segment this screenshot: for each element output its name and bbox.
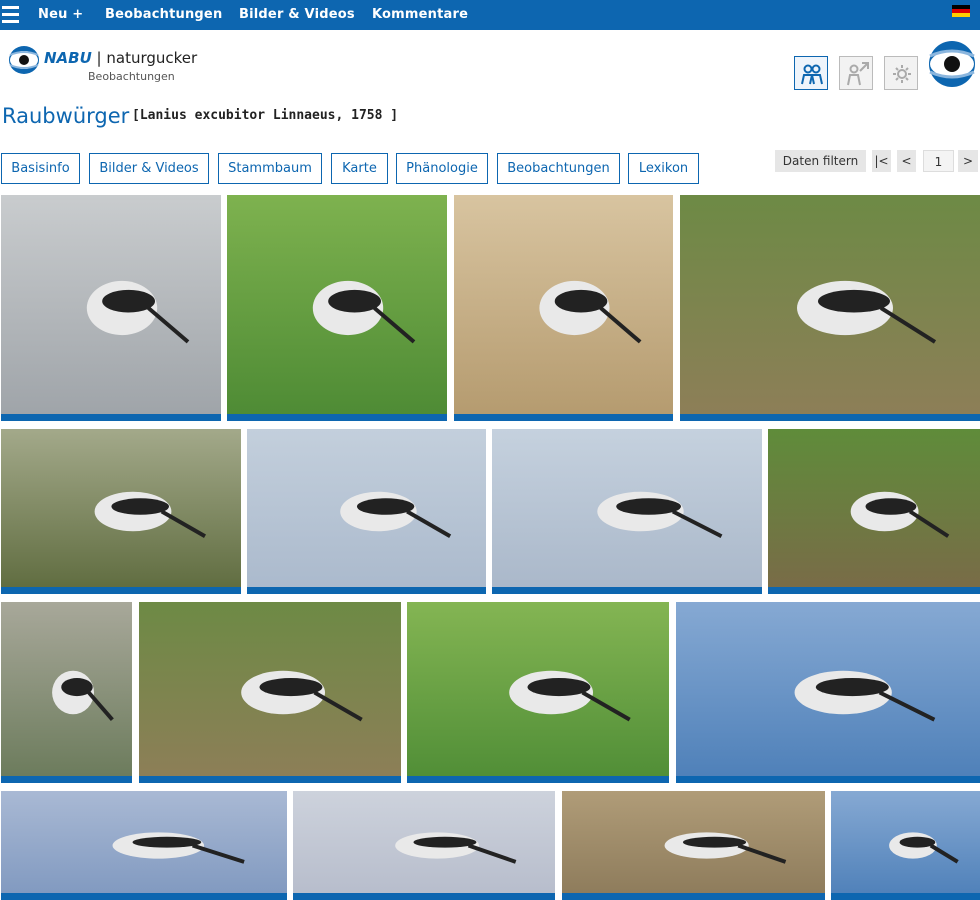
bird-photo xyxy=(227,195,447,421)
photo-thumbnail[interactable] xyxy=(227,195,447,421)
photo-caption-bar xyxy=(407,776,669,783)
photo-caption-bar xyxy=(247,587,486,594)
tab-bilder-videos[interactable]: Bilder & Videos xyxy=(89,153,209,184)
photo-thumbnail[interactable] xyxy=(1,195,221,421)
nav-neu[interactable]: Neu + xyxy=(38,7,83,22)
photo-thumbnail[interactable] xyxy=(454,195,673,421)
photo-thumbnail[interactable] xyxy=(293,791,555,900)
bird-photo xyxy=(676,602,980,783)
photo-thumbnail[interactable] xyxy=(676,602,980,783)
previous-page-button[interactable]: < xyxy=(897,150,916,172)
photo-caption-bar xyxy=(680,414,980,421)
bird-photo xyxy=(139,602,401,783)
naturgucker-logo[interactable]: NABU | naturgucker Beobachtungen xyxy=(8,44,197,84)
photo-caption-bar xyxy=(562,893,825,900)
first-page-button[interactable]: |< xyxy=(872,150,891,172)
nav-bilder-videos[interactable]: Bilder & Videos xyxy=(239,7,355,22)
person-share-icon[interactable] xyxy=(839,56,873,90)
nav-kommentare[interactable]: Kommentare xyxy=(372,7,468,22)
species-common-name: Raubwürger xyxy=(2,104,130,128)
bird-photo xyxy=(293,791,555,900)
photo-caption-bar xyxy=(768,587,980,594)
photo-thumbnail[interactable] xyxy=(562,791,825,900)
photo-thumbnail[interactable] xyxy=(831,791,980,900)
photo-caption-bar xyxy=(1,587,241,594)
naturgucker-badge-icon xyxy=(926,40,978,92)
photo-caption-bar xyxy=(139,776,401,783)
species-scientific-name: [Lanius excubitor Linnaeus, 1758 ] xyxy=(132,108,399,123)
photo-caption-bar xyxy=(1,414,221,421)
settings-icon[interactable] xyxy=(884,56,918,90)
photo-caption-bar xyxy=(831,893,980,900)
photo-caption-bar xyxy=(227,414,447,421)
photo-thumbnail[interactable] xyxy=(139,602,401,783)
tab-karte[interactable]: Karte xyxy=(331,153,388,184)
logo-subtitle: Beobachtungen xyxy=(88,70,175,83)
bird-photo xyxy=(562,791,825,900)
page-number-field[interactable]: 1 xyxy=(923,150,954,172)
tab-stammbaum[interactable]: Stammbaum xyxy=(218,153,322,184)
photo-thumbnail[interactable] xyxy=(1,602,132,783)
bird-photo xyxy=(831,791,980,900)
photo-caption-bar xyxy=(293,893,555,900)
top-navigation-bar: Neu + Beobachtungen Bilder & Videos Komm… xyxy=(0,0,980,30)
photo-caption-bar xyxy=(454,414,673,421)
bird-photo xyxy=(1,195,221,421)
photo-thumbnail[interactable] xyxy=(680,195,980,421)
bird-photo xyxy=(247,429,486,594)
tab-lexikon[interactable]: Lexikon xyxy=(628,153,699,184)
photo-thumbnail[interactable] xyxy=(768,429,980,594)
photo-thumbnail[interactable] xyxy=(492,429,762,594)
bird-photo xyxy=(1,429,241,594)
photo-thumbnail[interactable] xyxy=(407,602,669,783)
german-flag-icon[interactable] xyxy=(952,5,970,17)
logo-text: NABU | naturgucker xyxy=(44,49,198,67)
photo-thumbnail[interactable] xyxy=(1,791,287,900)
photo-thumbnail[interactable] xyxy=(247,429,486,594)
bird-photo xyxy=(1,791,287,900)
next-page-button[interactable]: > xyxy=(958,150,978,172)
bird-photo xyxy=(407,602,669,783)
eye-logo-icon xyxy=(9,46,39,74)
photo-thumbnail[interactable] xyxy=(1,429,241,594)
photo-caption-bar xyxy=(492,587,762,594)
nav-beobachtungen[interactable]: Beobachtungen xyxy=(105,7,222,22)
bird-photo xyxy=(680,195,980,421)
photo-caption-bar xyxy=(676,776,980,783)
photo-caption-bar xyxy=(1,776,132,783)
bird-photo xyxy=(768,429,980,594)
tab-beobachtungen[interactable]: Beobachtungen xyxy=(497,153,620,184)
group-icon[interactable] xyxy=(794,56,828,90)
filter-data-button[interactable]: Daten filtern xyxy=(775,150,866,172)
tab-basisinfo[interactable]: Basisinfo xyxy=(1,153,80,184)
menu-icon[interactable] xyxy=(2,6,19,23)
bird-photo xyxy=(454,195,673,421)
bird-photo xyxy=(1,602,132,783)
tab-phaenologie[interactable]: Phänologie xyxy=(396,153,488,184)
photo-caption-bar xyxy=(1,893,287,900)
bird-photo xyxy=(492,429,762,594)
